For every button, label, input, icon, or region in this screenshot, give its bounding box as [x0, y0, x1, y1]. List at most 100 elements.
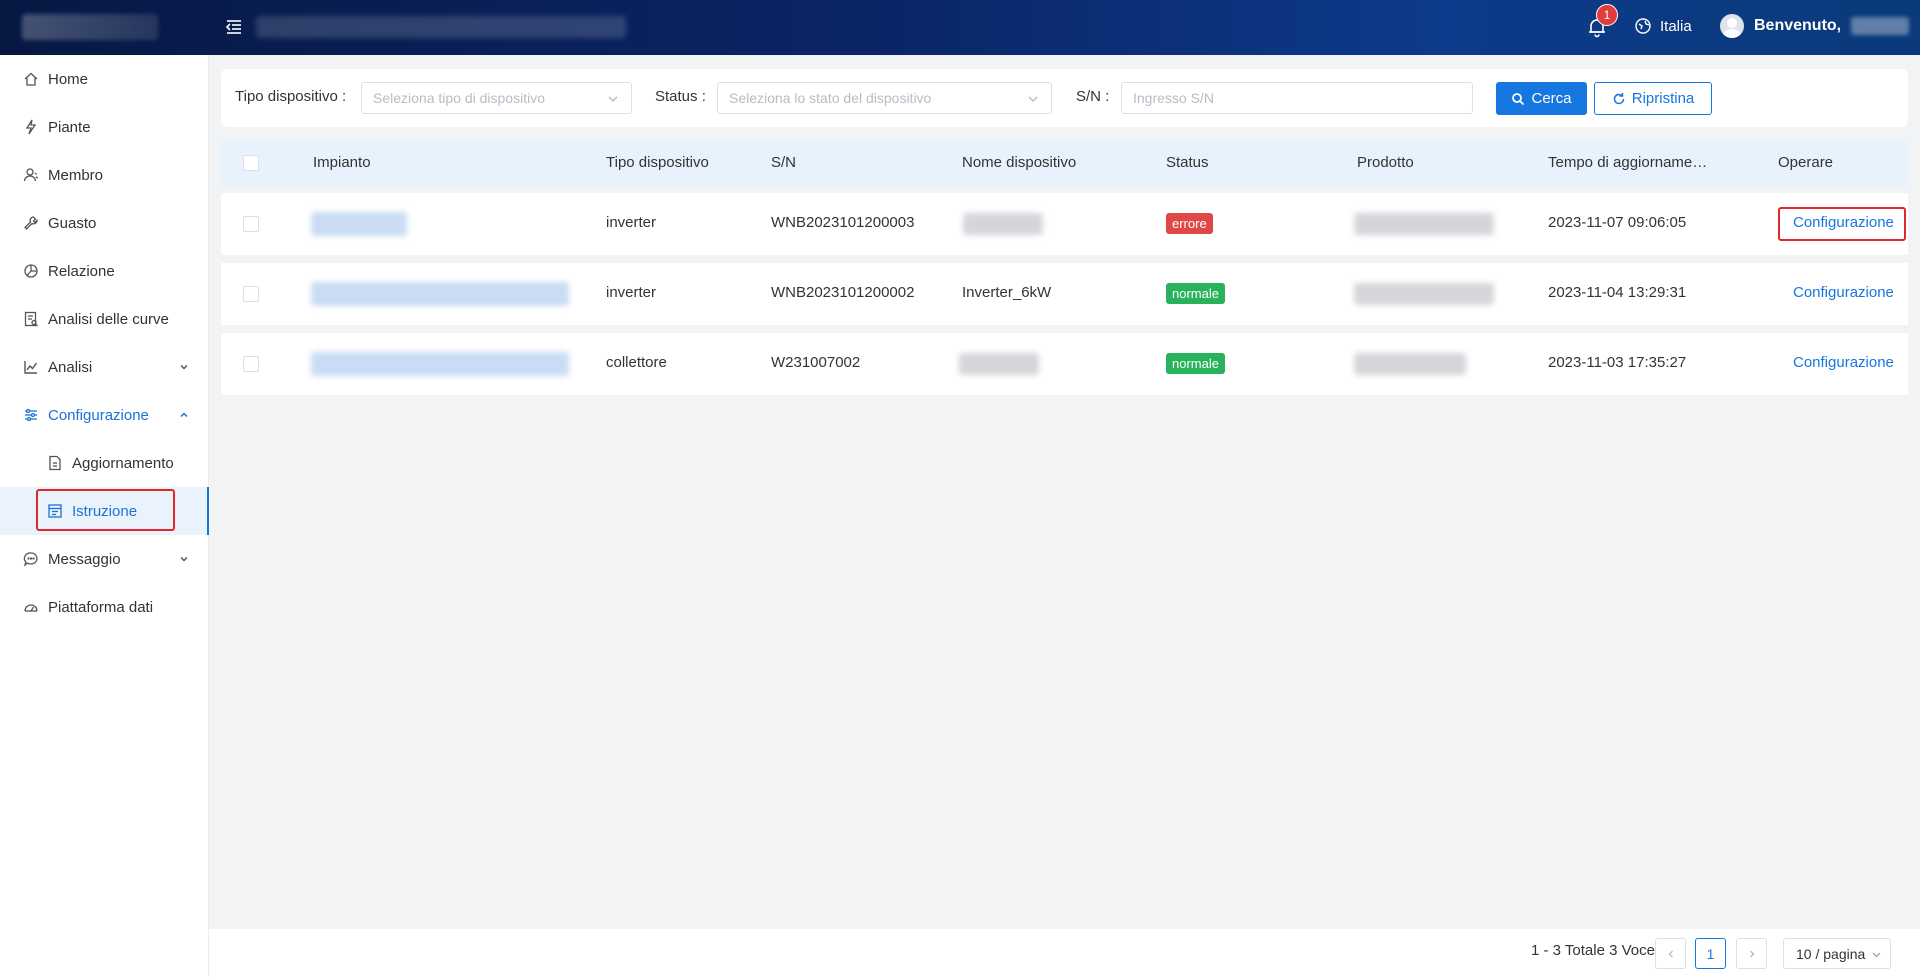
sidebar-item-label: Configurazione: [48, 406, 149, 424]
sidebar-item-analisi-curve[interactable]: Analisi delle curve: [0, 295, 209, 343]
status-select[interactable]: Seleziona lo stato del dispositivo: [717, 82, 1052, 114]
search-button[interactable]: Cerca: [1496, 82, 1587, 115]
configure-link[interactable]: Configurazione: [1793, 214, 1894, 231]
prev-page-button[interactable]: [1655, 938, 1686, 969]
sidebar-item-guasto[interactable]: Guasto: [0, 199, 209, 247]
search-button-label: Cerca: [1531, 90, 1572, 107]
logo: [22, 14, 158, 40]
column-header-operare: Operare: [1778, 154, 1834, 171]
sn-cell: W231007002: [771, 354, 861, 371]
dashboard-icon: [24, 604, 38, 612]
curve-analysis-icon: [24, 311, 38, 327]
top-bar: 1 Italia Benvenuto,: [0, 0, 1920, 55]
product-cell: [1354, 283, 1494, 305]
plant-name[interactable]: [311, 282, 569, 306]
page-size-value: 10 / pagina: [1796, 946, 1866, 962]
sidebar-item-configurazione[interactable]: Configurazione: [0, 391, 209, 439]
sn-label: S/N :: [1076, 88, 1110, 105]
update-time-cell: 2023-11-03 17:35:27: [1548, 354, 1687, 371]
filter-bar: Tipo dispositivo : Seleziona tipo di dis…: [221, 69, 1908, 127]
status-label: Status :: [655, 88, 706, 105]
language-label: Italia: [1660, 17, 1692, 35]
device-type-cell: inverter: [606, 214, 657, 231]
configure-link[interactable]: Configurazione: [1793, 284, 1894, 301]
sidebar-item-label: Relazione: [48, 262, 115, 280]
chevron-left-icon: [1668, 950, 1673, 957]
settings-sliders-icon: [25, 408, 37, 422]
search-icon: [1512, 92, 1525, 105]
column-header-prodotto: Prodotto: [1357, 154, 1414, 171]
sidebar-item-label: Guasto: [48, 214, 97, 232]
sidebar-item-piante[interactable]: Piante: [0, 103, 209, 151]
column-header-tipo: Tipo dispositivo: [606, 154, 709, 171]
device-type-cell: collettore: [606, 354, 667, 371]
sn-placeholder: Ingresso S/N: [1133, 90, 1214, 106]
sidebar-item-analisi[interactable]: Analisi: [0, 343, 209, 391]
row-checkbox[interactable]: [243, 216, 259, 232]
chart-icon: [24, 361, 38, 374]
notification-badge[interactable]: 1: [1596, 4, 1618, 26]
chevron-down-icon: [608, 96, 618, 102]
welcome-text: Benvenuto,: [1754, 17, 1842, 34]
device-name-cell: [963, 213, 1043, 235]
row-checkbox[interactable]: [243, 356, 259, 372]
update-time-cell: 2023-11-04 13:29:31: [1548, 284, 1687, 301]
device-name-cell: Inverter_6kW: [962, 284, 1052, 301]
table-header: Impianto Tipo dispositivo S/N Nome dispo…: [221, 141, 1908, 186]
page-size-select[interactable]: 10 / pagina: [1783, 938, 1891, 969]
sidebar-item-membro[interactable]: Membro: [0, 151, 209, 199]
table-row: inverter WNB2023101200003 errore 2023-11…: [221, 193, 1908, 255]
chevron-down-icon: [180, 556, 188, 562]
device-type-select[interactable]: Seleziona tipo di dispositivo: [361, 82, 632, 114]
device-type-label: Tipo dispositivo :: [235, 88, 347, 105]
reset-button-label: Ripristina: [1631, 90, 1695, 107]
message-icon: [23, 552, 38, 567]
column-header-nome: Nome dispositivo: [962, 154, 1077, 171]
sn-cell: WNB2023101200002: [771, 284, 915, 301]
column-header-status: Status: [1166, 154, 1209, 171]
globe-icon: [1635, 18, 1651, 34]
page-1-button[interactable]: 1: [1695, 938, 1726, 969]
status-badge: normale: [1166, 353, 1225, 374]
sidebar-item-istruzione[interactable]: Istruzione: [0, 487, 209, 535]
sidebar-item-piattaforma-dati[interactable]: Piattaforma dati: [0, 583, 209, 631]
sn-input[interactable]: Ingresso S/N: [1121, 82, 1473, 114]
column-header-sn: S/N: [771, 154, 797, 171]
instruction-icon: [48, 504, 62, 518]
plant-icon: [25, 119, 37, 135]
status-badge: normale: [1166, 283, 1225, 304]
table-row: inverter WNB2023101200002 Inverter_6kW n…: [221, 263, 1908, 325]
device-type-placeholder: Seleziona tipo di dispositivo: [373, 90, 545, 106]
device-type-cell: inverter: [606, 284, 657, 301]
table-row: collettore W231007002 normale 2023-11-03…: [221, 333, 1908, 395]
sidebar-item-messaggio[interactable]: Messaggio: [0, 535, 209, 583]
sidebar-item-home[interactable]: Home: [0, 55, 209, 103]
sn-cell: WNB2023101200003: [771, 214, 915, 231]
wrench-icon: [24, 216, 38, 230]
home-icon: [24, 72, 38, 86]
menu-collapse-icon[interactable]: [224, 17, 244, 37]
row-checkbox[interactable]: [243, 286, 259, 302]
sidebar-item-label: Piante: [48, 118, 91, 136]
select-all-checkbox[interactable]: [243, 155, 259, 171]
reset-button[interactable]: Ripristina: [1594, 82, 1712, 115]
language-selector[interactable]: Italia: [1634, 17, 1692, 35]
relation-icon: [24, 264, 38, 278]
update-file-icon: [49, 455, 61, 471]
sidebar-item-aggiornamento[interactable]: Aggiornamento: [0, 439, 209, 487]
sidebar-item-relazione[interactable]: Relazione: [0, 247, 209, 295]
username: [1851, 17, 1910, 35]
sidebar: Home Piante Membro Guasto Relazione Anal…: [0, 55, 209, 977]
status-placeholder: Seleziona lo stato del dispositivo: [729, 90, 932, 106]
plant-name[interactable]: [311, 352, 569, 376]
update-time-cell: 2023-11-07 09:06:05: [1548, 214, 1687, 231]
plant-name[interactable]: [311, 212, 407, 236]
pagination-total: 1 - 3 Totale 3 Voce: [1531, 942, 1655, 959]
user-menu[interactable]: Benvenuto,: [1720, 14, 1910, 38]
avatar: [1720, 14, 1744, 38]
product-cell: [1354, 353, 1466, 375]
configure-link[interactable]: Configurazione: [1793, 354, 1894, 371]
chevron-down-icon: [180, 364, 188, 370]
device-name-cell: [959, 353, 1039, 375]
next-page-button[interactable]: [1736, 938, 1767, 969]
